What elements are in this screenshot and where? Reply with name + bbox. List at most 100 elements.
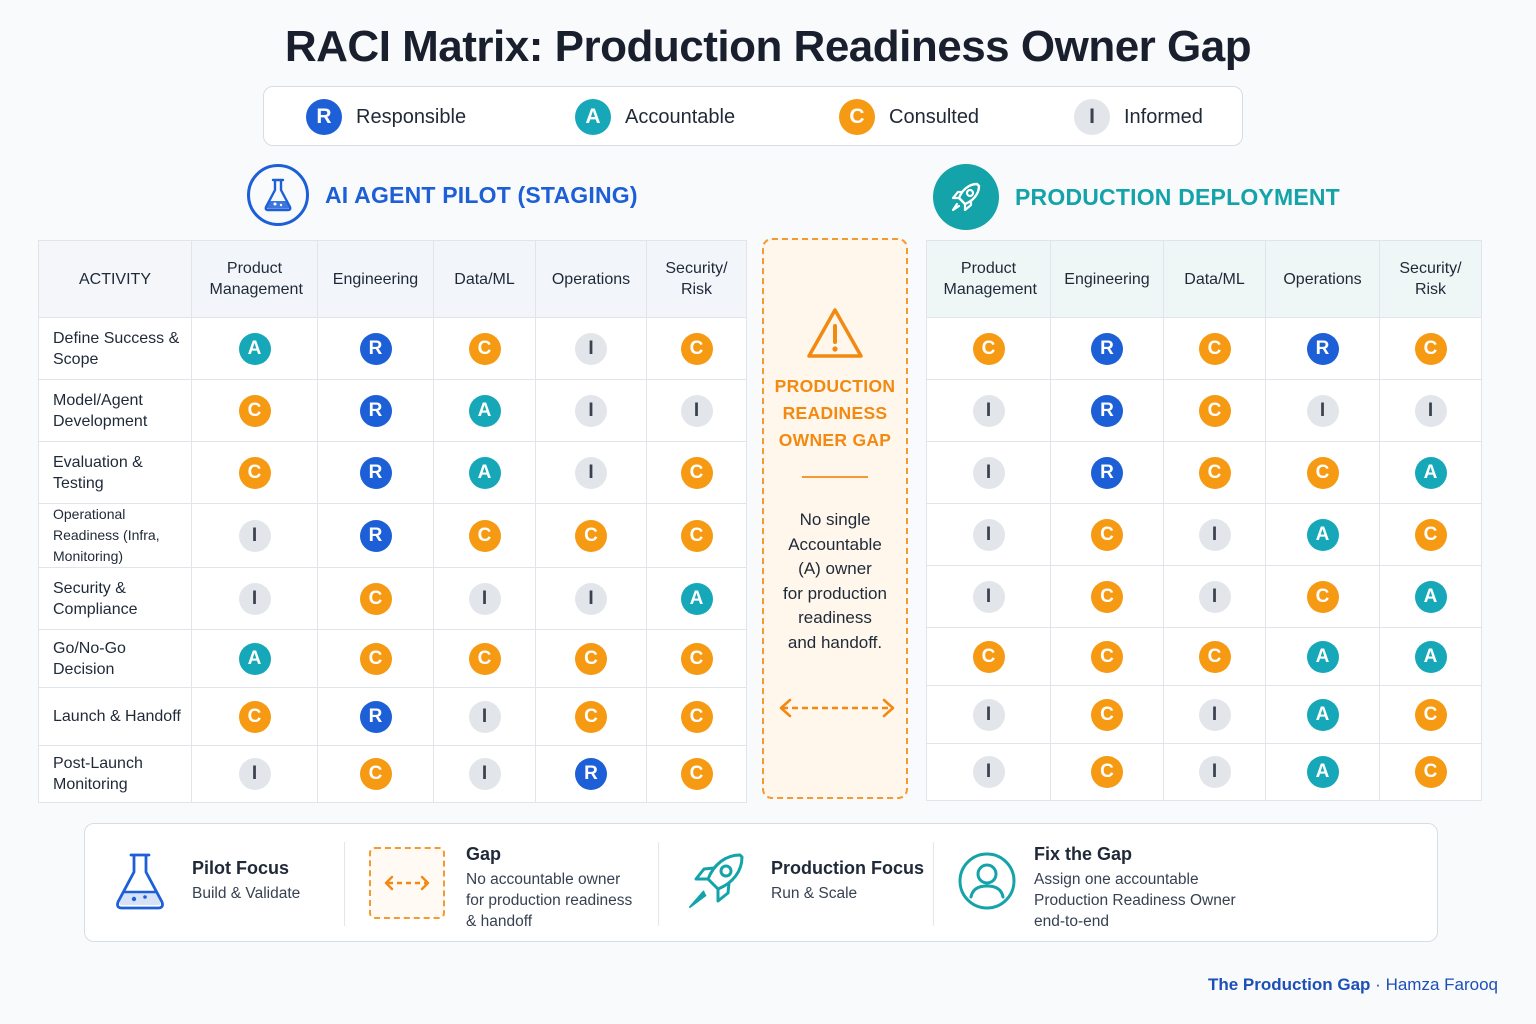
raci-cell: R [317, 379, 434, 442]
raci-badge: I [1198, 698, 1231, 731]
raci-badge: C [468, 519, 501, 552]
raci-badge: C [468, 332, 501, 365]
summary-subtitle: Build & Validate [192, 885, 301, 902]
raci-cell: C [646, 745, 747, 803]
raci-cell: C [646, 687, 747, 746]
accountable-badge: A [575, 99, 611, 135]
raci-cell: R [317, 687, 434, 746]
raci-badge: R [359, 700, 392, 733]
raci-cell: I [535, 379, 647, 442]
table-row: Evaluation & Testing C R A I C [38, 441, 747, 504]
raci-badge: C [680, 642, 713, 675]
raci-cell: C [646, 317, 747, 380]
raci-cell: I [1379, 379, 1482, 442]
raci-cell: R [1050, 379, 1164, 442]
raci-badge: C [1198, 456, 1231, 489]
raci-badge: C [1198, 394, 1231, 427]
raci-cell: C [535, 503, 647, 568]
raci-cell: I [1163, 503, 1266, 566]
raci-badge: R [1091, 456, 1123, 489]
raci-cell: C [1163, 379, 1266, 442]
raci-badge: R [359, 456, 392, 489]
rocket-icon [933, 164, 999, 230]
raci-cell: I [1163, 565, 1266, 628]
raci-cell: R [1050, 441, 1164, 504]
raci-badge: A [1414, 456, 1447, 489]
raci-badge: C [1198, 640, 1231, 673]
activity-label: Model/Agent Development [38, 379, 192, 442]
raci-cell: A [191, 317, 318, 380]
raci-badge: I [575, 456, 607, 489]
raci-badge: C [1306, 456, 1339, 489]
column-header: Engineering [1050, 240, 1164, 318]
raci-badge: R [575, 758, 607, 790]
raci-badge: I [972, 580, 1005, 613]
raci-cell: I [646, 379, 747, 442]
summary-subtitle: No accountable owner for production read… [466, 871, 633, 930]
footer-series: The Production Gap [1207, 975, 1371, 994]
raci-badge: C [1414, 698, 1447, 731]
raci-cell: I [191, 745, 318, 803]
owner-gap-callout: PRODUCTION READINESS OWNER GAP No single… [762, 238, 908, 799]
table-row: ICIAC [926, 743, 1482, 801]
raci-cell: I [433, 745, 536, 803]
raci-cell: C [317, 567, 434, 630]
raci-badge: C [359, 758, 392, 790]
raci-badge: I [1198, 580, 1231, 613]
raci-badge: C [468, 642, 501, 675]
raci-badge: C [1414, 756, 1447, 788]
raci-cell: C [191, 379, 318, 442]
raci-badge: C [359, 642, 392, 675]
raci-badge: A [1306, 698, 1339, 731]
double-arrow-icon [369, 847, 445, 919]
raci-badge: I [680, 394, 713, 427]
summary-title: Production Focus [771, 858, 924, 878]
raci-cell: C [926, 627, 1051, 686]
user-icon [957, 851, 1017, 916]
table-row: ICIAC [926, 685, 1482, 744]
legend-label: Responsible [356, 105, 467, 128]
raci-badge: I [1198, 756, 1231, 788]
raci-cell: I [535, 567, 647, 630]
fix-gap-item: Fix the Gap Assign one accountable Produ… [1034, 844, 1236, 932]
raci-cell: I [433, 687, 536, 746]
summary-title: Fix the Gap [1034, 844, 1133, 864]
table-row: IRCII [926, 379, 1482, 442]
raci-cell: A [433, 441, 536, 504]
raci-badge: C [972, 332, 1005, 365]
raci-cell: C [535, 629, 647, 688]
pilot-heading-text: AI AGENT PILOT (STAGING) [325, 181, 638, 208]
production-focus-item: Production Focus Run & Scale [771, 858, 924, 904]
table-row: CRCRC [926, 317, 1482, 380]
raci-badge: A [1414, 580, 1447, 613]
raci-cell: A [1379, 627, 1482, 686]
column-header: Data/ML [433, 240, 536, 318]
legend-responsible: R Responsible [306, 87, 466, 147]
divider [933, 842, 934, 926]
legend-label: Informed [1124, 105, 1203, 128]
raci-cell: I [1265, 379, 1380, 442]
raci-badge: I [575, 332, 607, 365]
raci-badge: A [1414, 640, 1447, 673]
raci-badge: C [1091, 698, 1123, 731]
activity-column-header: ACTIVITY [38, 240, 192, 318]
raci-cell: I [433, 567, 536, 630]
raci-cell: C [646, 441, 747, 504]
table-header-row: Product Management Engineering Data/ML O… [926, 240, 1482, 318]
table-row: ICIAC [926, 503, 1482, 566]
raci-cell: C [317, 745, 434, 803]
activity-label: Define Success & Scope [38, 317, 192, 380]
raci-badge: C [238, 700, 271, 733]
raci-badge: A [1306, 640, 1339, 673]
raci-badge: C [575, 700, 607, 733]
raci-badge: R [1091, 394, 1123, 427]
raci-cell: C [1050, 503, 1164, 566]
flask-icon [113, 852, 167, 917]
column-header: Product Management [926, 240, 1051, 318]
legend-accountable: A Accountable [575, 87, 735, 147]
raci-badge: I [972, 456, 1005, 489]
raci-badge: C [1198, 332, 1231, 365]
column-header: Security/ Risk [646, 240, 747, 318]
pilot-heading: AI AGENT PILOT (STAGING) [247, 164, 638, 226]
raci-badge: C [238, 456, 271, 489]
